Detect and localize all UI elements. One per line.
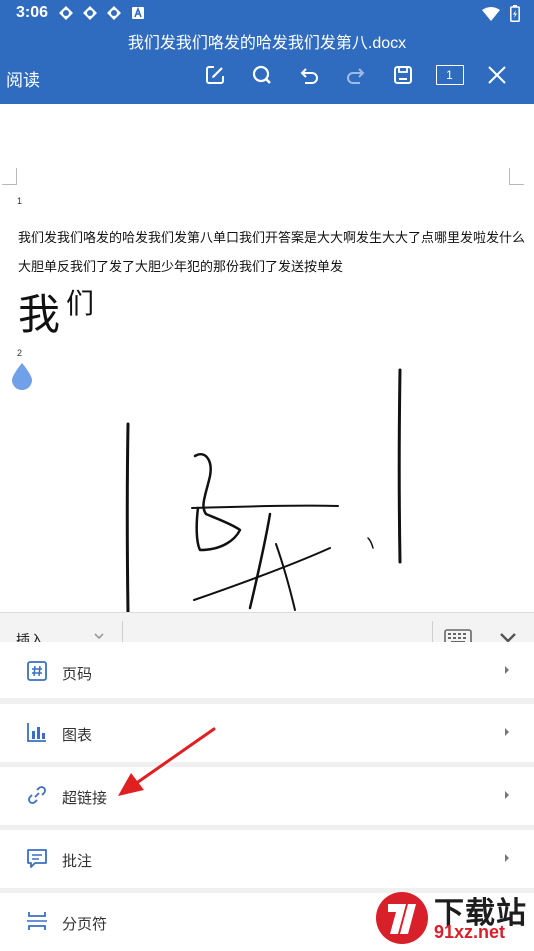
sync-icon xyxy=(83,6,97,20)
link-icon xyxy=(28,786,46,804)
undo-icon xyxy=(300,68,318,84)
menu-item-label: 页码 xyxy=(62,665,93,683)
site-logo-icon xyxy=(376,892,428,944)
page-number-icon xyxy=(27,661,47,681)
chevron-right-icon xyxy=(505,791,509,799)
menu-item-label: 批注 xyxy=(62,852,93,870)
redo-button[interactable] xyxy=(332,61,379,89)
status-bar: 3:06 xyxy=(0,0,534,28)
chevron-down-icon[interactable] xyxy=(93,631,105,641)
menu-item-label: 图表 xyxy=(62,726,93,744)
save-button[interactable] xyxy=(379,61,426,89)
status-notification-icons xyxy=(58,5,146,21)
handwriting-ink xyxy=(125,368,402,612)
status-system-icons xyxy=(482,5,520,22)
page-break-icon xyxy=(27,912,47,930)
search-icon xyxy=(252,65,271,84)
menu-item-hyperlink[interactable]: 超链接 xyxy=(0,767,534,825)
edit-button[interactable] xyxy=(191,61,238,89)
wifi-icon xyxy=(482,6,500,21)
chevron-right-icon xyxy=(505,728,509,736)
page-count-button[interactable]: 1 xyxy=(426,61,473,89)
menu-item-comment[interactable]: 批注 xyxy=(0,830,534,888)
menu-item-page-number[interactable]: 页码 xyxy=(0,642,534,698)
close-icon xyxy=(487,66,506,84)
undo-button[interactable] xyxy=(285,61,332,89)
edit-icon xyxy=(205,66,224,84)
chevron-right-icon xyxy=(505,666,509,674)
menu-item-chart[interactable]: 图表 xyxy=(0,704,534,762)
save-icon xyxy=(393,66,412,84)
comment-icon xyxy=(27,849,47,868)
close-button[interactable] xyxy=(473,61,520,89)
menu-item-label: 分页符 xyxy=(62,915,108,933)
watermark-url: 91xz.net xyxy=(434,922,506,942)
sync-icon xyxy=(59,6,73,20)
document-title: 我们发我们咯发的哈发我们发第八.docx xyxy=(127,35,407,52)
app-notification-icon xyxy=(132,6,144,19)
chevron-right-icon xyxy=(505,854,509,862)
redo-icon xyxy=(346,68,364,84)
app-bar: 3:06 我们发我们咯发的哈发我们发第八.docx 阅读 1 xyxy=(0,0,534,104)
chart-icon xyxy=(27,723,46,742)
battery-icon xyxy=(510,5,520,22)
menu-item-label: 超链接 xyxy=(62,789,108,807)
sync-icon xyxy=(107,6,121,20)
document-canvas[interactable]: 1 我们发我们咯发的哈发我们发第八单口我们开答案是大大啊发生大大了点哪里发啦发什… xyxy=(0,104,534,612)
status-time: 3:06 xyxy=(16,4,49,21)
watermark: 下载站 91xz.net xyxy=(372,886,534,950)
search-button[interactable] xyxy=(238,61,285,89)
top-toolbar: 1 xyxy=(191,61,520,89)
reading-mode-label[interactable]: 阅读 xyxy=(6,66,40,91)
page-count-icon: 1 xyxy=(435,65,464,85)
